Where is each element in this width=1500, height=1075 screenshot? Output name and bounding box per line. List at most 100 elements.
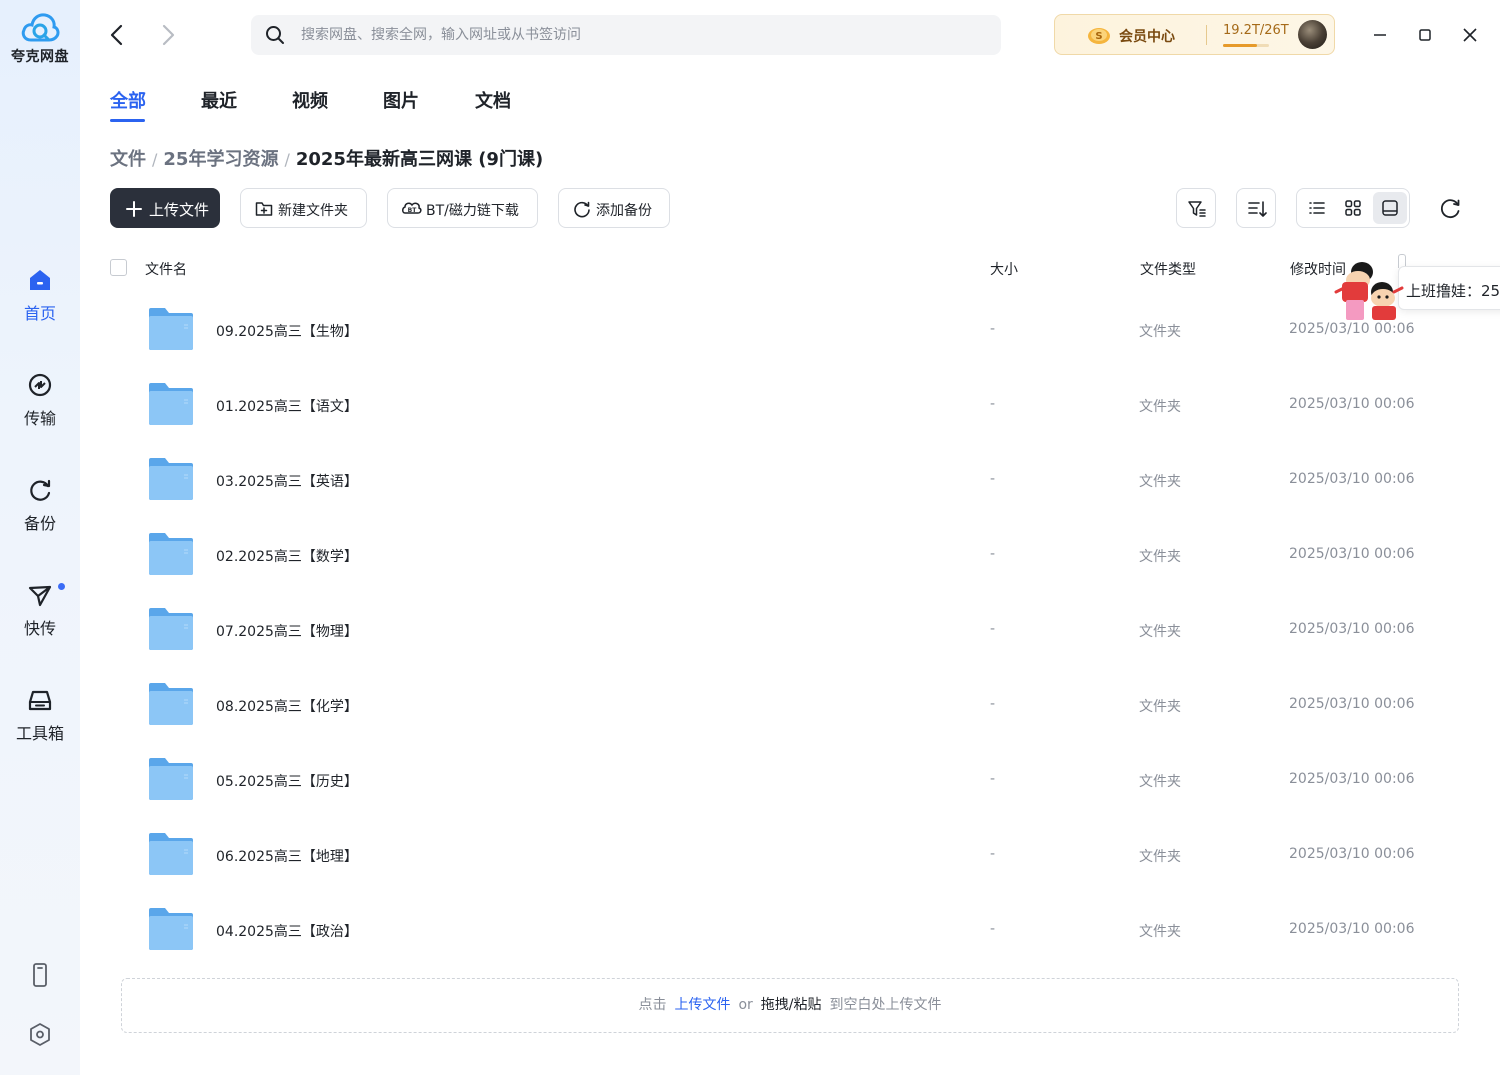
search-icon xyxy=(266,26,284,44)
minimize-icon[interactable] xyxy=(1365,20,1395,50)
add-backup-button[interactable]: 添加备份 xyxy=(558,188,670,228)
app-logo[interactable]: 夸克网盘 xyxy=(0,10,80,66)
sidebar: 夸克网盘 首页 传输 备份 快传 工具箱 xyxy=(0,0,80,1075)
floating-widget-tooltip[interactable]: 上班撸娃：25 xyxy=(1398,266,1500,310)
upload-dropzone[interactable]: 点击 上传文件 or 拖拽/粘贴 到空白处上传文件 xyxy=(121,978,1459,1033)
settings-hex-icon[interactable] xyxy=(26,1021,54,1049)
backup-icon xyxy=(574,201,590,218)
file-modified: 2025/03/10 00:06 xyxy=(1289,396,1415,412)
folder-icon xyxy=(149,458,193,500)
sidebar-item-backup[interactable]: 备份 xyxy=(0,476,80,534)
dropzone-suffix: 到空白处上传文件 xyxy=(829,997,942,1013)
file-size: - xyxy=(990,771,996,787)
file-name[interactable]: 07.2025高三【物理】 xyxy=(216,621,358,641)
table-row[interactable]: 07.2025高三【物理】 - 文件夹 2025/03/10 00:06 xyxy=(80,593,1500,668)
file-type: 文件夹 xyxy=(1139,849,1181,865)
column-header-size[interactable]: 大小 xyxy=(990,259,1018,279)
breadcrumb-item[interactable]: 文件 xyxy=(110,149,146,170)
tab-all[interactable]: 全部 xyxy=(110,87,146,113)
file-modified: 2025/03/10 00:06 xyxy=(1289,846,1415,862)
table-row[interactable]: 08.2025高三【化学】 - 文件夹 2025/03/10 00:06 xyxy=(80,668,1500,743)
file-modified: 2025/03/10 00:06 xyxy=(1289,546,1415,562)
sidebar-item-label: 工具箱 xyxy=(15,724,64,743)
search-input[interactable] xyxy=(301,15,981,55)
backup-icon xyxy=(30,479,51,501)
back-arrow-icon[interactable] xyxy=(102,20,132,50)
tab-images[interactable]: 图片 xyxy=(383,87,419,113)
file-size: - xyxy=(990,921,996,937)
tab-documents[interactable]: 文档 xyxy=(475,87,511,113)
sidebar-item-label: 快传 xyxy=(23,619,56,638)
bt-download-button[interactable]: BT BT/磁力链下载 xyxy=(387,188,538,228)
list-view-button[interactable] xyxy=(1300,192,1334,224)
file-type: 文件夹 xyxy=(1139,624,1181,640)
sidebar-item-label: 备份 xyxy=(23,514,56,533)
breadcrumb-separator: / xyxy=(152,150,158,169)
file-name[interactable]: 02.2025高三【数学】 xyxy=(216,546,358,566)
close-icon[interactable] xyxy=(1455,20,1485,50)
file-modified: 2025/03/10 00:06 xyxy=(1289,471,1415,487)
upload-button[interactable]: 上传文件 xyxy=(110,188,220,228)
cartoon-sticker-icon[interactable] xyxy=(1334,258,1404,322)
sort-button[interactable] xyxy=(1236,188,1276,228)
file-modified: 2025/03/10 00:06 xyxy=(1289,921,1415,937)
folder-icon xyxy=(149,383,193,425)
file-name[interactable]: 06.2025高三【地理】 xyxy=(216,846,358,866)
grid-view-icon xyxy=(1345,200,1361,216)
new-folder-label: 新建文件夹 xyxy=(278,203,348,219)
refresh-icon[interactable] xyxy=(1436,194,1464,222)
table-row[interactable]: 05.2025高三【历史】 - 文件夹 2025/03/10 00:06 xyxy=(80,743,1500,818)
sidebar-item-toolbox[interactable]: 工具箱 xyxy=(0,686,80,744)
forward-arrow-icon[interactable] xyxy=(153,20,183,50)
table-row[interactable]: 04.2025高三【政治】 - 文件夹 2025/03/10 00:06 xyxy=(80,893,1500,968)
tab-recent[interactable]: 最近 xyxy=(201,87,237,113)
breadcrumb-separator: / xyxy=(284,150,290,169)
maximize-icon[interactable] xyxy=(1410,20,1440,50)
member-panel: S 会员中心 19.2T/26T xyxy=(1054,14,1335,55)
sidebar-item-quick-send[interactable]: 快传 xyxy=(0,581,80,639)
preview-view-button[interactable] xyxy=(1373,192,1407,224)
sidebar-item-transfer[interactable]: 传输 xyxy=(0,371,80,429)
phone-icon[interactable] xyxy=(26,961,54,989)
toolbox-icon xyxy=(28,690,52,711)
notification-dot xyxy=(58,583,65,590)
file-name[interactable]: 09.2025高三【生物】 xyxy=(216,321,358,341)
file-name[interactable]: 08.2025高三【化学】 xyxy=(216,696,358,716)
tab-video[interactable]: 视频 xyxy=(292,87,328,113)
storage-progress-bar xyxy=(1223,44,1269,47)
add-backup-label: 添加备份 xyxy=(596,203,652,219)
dropzone-paste: 拖拽/粘贴 xyxy=(760,997,822,1013)
breadcrumb-item[interactable]: 25年学习资源 xyxy=(163,149,278,170)
breadcrumb-current: 2025年最新高三网课 (9门课) xyxy=(295,149,544,170)
grid-view-button[interactable] xyxy=(1336,192,1370,224)
table-row[interactable]: 03.2025高三【英语】 - 文件夹 2025/03/10 00:06 xyxy=(80,443,1500,518)
table-row[interactable]: 02.2025高三【数学】 - 文件夹 2025/03/10 00:06 xyxy=(80,518,1500,593)
sidebar-item-home[interactable]: 首页 xyxy=(0,266,80,324)
column-header-type[interactable]: 文件类型 xyxy=(1140,259,1196,279)
filter-button[interactable] xyxy=(1176,188,1216,228)
file-name[interactable]: 03.2025高三【英语】 xyxy=(216,471,358,491)
file-name[interactable]: 05.2025高三【历史】 xyxy=(216,771,358,791)
table-row[interactable]: 06.2025高三【地理】 - 文件夹 2025/03/10 00:06 xyxy=(80,818,1500,893)
table-row[interactable]: 09.2025高三【生物】 - 文件夹 2025/03/10 00:06 xyxy=(80,293,1500,368)
dropzone-or: or xyxy=(738,997,753,1013)
coin-icon: S xyxy=(1088,28,1110,44)
dropzone-upload-link[interactable]: 上传文件 xyxy=(674,997,730,1013)
storage-progress-fill xyxy=(1223,44,1257,47)
new-folder-button[interactable]: 新建文件夹 xyxy=(240,188,367,228)
table-row[interactable]: 01.2025高三【语文】 - 文件夹 2025/03/10 00:06 xyxy=(80,368,1500,443)
file-modified: 2025/03/10 00:06 xyxy=(1289,321,1415,337)
file-name[interactable]: 01.2025高三【语文】 xyxy=(216,396,358,416)
avatar[interactable] xyxy=(1298,20,1327,49)
view-mode-group xyxy=(1296,188,1410,228)
file-type: 文件夹 xyxy=(1139,324,1181,340)
select-all-checkbox[interactable] xyxy=(110,259,127,276)
file-size: - xyxy=(990,396,996,412)
dropzone-prefix: 点击 xyxy=(638,997,667,1013)
file-modified: 2025/03/10 00:06 xyxy=(1289,696,1415,712)
storage-usage[interactable]: 19.2T/26T xyxy=(1223,23,1289,38)
file-type: 文件夹 xyxy=(1139,549,1181,565)
file-name[interactable]: 04.2025高三【政治】 xyxy=(216,921,358,941)
filter-icon xyxy=(1188,201,1206,217)
column-header-name[interactable]: 文件名 xyxy=(145,259,187,279)
